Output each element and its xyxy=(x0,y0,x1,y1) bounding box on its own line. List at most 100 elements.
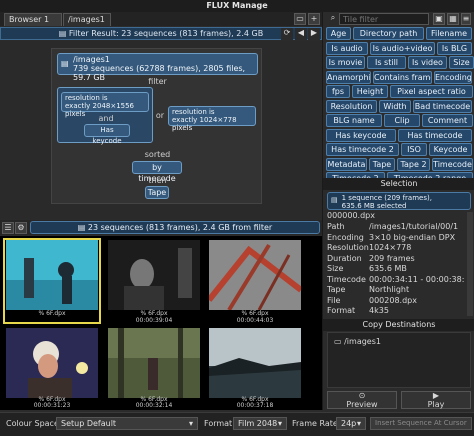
condition-resolution-1024[interactable]: resolution is exactly 1024×778 pixels xyxy=(168,106,256,132)
details-scrollbar[interactable] xyxy=(467,212,473,316)
filter-chip[interactable]: Is audio xyxy=(326,41,368,55)
tab-label: Browser 1 xyxy=(9,15,50,24)
forward-icon[interactable]: ▶ xyxy=(308,28,320,40)
thumbnail-timecode: 00:00:32:14 xyxy=(135,402,173,409)
sequence-icon: ▤ xyxy=(331,196,338,204)
detail-value: 000208.dpx xyxy=(369,295,417,305)
refresh-icon[interactable]: ⟳ xyxy=(281,28,293,40)
detail-row: Resolution1024×778 xyxy=(327,243,467,254)
filter-chip[interactable]: BLG name xyxy=(326,114,382,127)
insert-sequence-button[interactable]: Insert Sequence At Cursor xyxy=(370,417,472,430)
tab-browser-1[interactable]: Browser 1 ✕ xyxy=(4,13,62,36)
colour-space-value: Setup Default xyxy=(61,419,117,428)
filter-chip[interactable]: Width xyxy=(379,99,411,113)
filter-chip[interactable]: ISO xyxy=(401,143,427,156)
thumbnail-filename: % 6F.dpx xyxy=(241,310,269,317)
view-mode-icon[interactable]: ▣ xyxy=(433,13,445,25)
detail-value: Northlight xyxy=(369,285,410,294)
filter-chip[interactable]: Has keycode xyxy=(326,128,396,142)
selection-line: 1 sequence (209 frames), xyxy=(341,194,432,202)
filter-chip[interactable]: Metadata xyxy=(326,157,367,171)
copy-destinations-list[interactable]: ▭ /images1 xyxy=(327,332,471,388)
chevron-down-icon: ▾ xyxy=(277,419,282,428)
and-group[interactable]: resolution is exactly 2048×1556 pixels a… xyxy=(57,87,153,145)
detail-row: Path/images1/tutorial/00/1 xyxy=(327,222,467,233)
thumbnail-image[interactable] xyxy=(6,328,98,398)
frame-rate-select[interactable]: 24p ▾ xyxy=(336,417,366,430)
detail-row: Duration 209 frames xyxy=(327,254,467,265)
chevron-down-icon: ▾ xyxy=(188,419,193,428)
condition-resolution-2048[interactable]: resolution is exactly 2048×1556 pixels xyxy=(61,92,149,118)
filter-chip[interactable]: Tape 2 xyxy=(397,157,430,171)
filter-chip[interactable]: Tape xyxy=(369,157,395,171)
filter-chip[interactable]: Is audio+video xyxy=(370,41,435,55)
detail-value: 3×10 big-endian DPX xyxy=(369,232,456,242)
filter-chip-grid: Age Directory path Filename Is audio Is audi… xyxy=(326,27,474,187)
selection-line: 635.6 MB selected xyxy=(341,202,407,210)
settings-icon[interactable]: ⚙ xyxy=(15,222,27,234)
detail-value: 1024×778 xyxy=(369,243,412,252)
thumbnail-filename: % 6F.dpx xyxy=(140,310,168,317)
details-list: Path/images1/tutorial/00/1 Encoding 3×10 b… xyxy=(327,222,467,317)
thumbnail-image[interactable] xyxy=(209,240,301,310)
sequence-icon: ▤ xyxy=(77,223,88,232)
preview-button[interactable]: ⊙ Preview xyxy=(327,391,397,409)
filter-chip[interactable]: Has timecode xyxy=(398,128,472,142)
detail-value: 209 frames xyxy=(369,253,415,263)
thumbnail-image[interactable] xyxy=(108,240,200,310)
thumbnail-image[interactable] xyxy=(108,328,200,398)
filter-chip[interactable]: Filename xyxy=(426,27,472,40)
selection-header: Selection xyxy=(323,178,474,190)
filter-chip[interactable]: Clip xyxy=(384,114,420,127)
condition-line: resolution is xyxy=(172,108,215,116)
results-summary-text: 23 sequences (813 frames), 2.4 GB from f… xyxy=(87,223,273,232)
add-tab-icon[interactable]: + xyxy=(308,13,320,25)
filter-chip[interactable]: Is still xyxy=(367,56,406,69)
filter-chip[interactable]: fps xyxy=(326,85,350,98)
filter-chip[interactable]: Is movie xyxy=(326,56,365,69)
play-button[interactable]: ▶ Play xyxy=(401,391,471,409)
frame-rate-label: Frame Rate: xyxy=(292,419,341,428)
thumbnail-timecode: 00:00:31:23 xyxy=(33,402,71,409)
play-icon: ▶ xyxy=(432,391,440,400)
tab-images1[interactable]: /images1 ✕ xyxy=(63,13,111,36)
filter-chip[interactable]: Age xyxy=(326,27,351,40)
colour-space-select[interactable]: Setup Default ▾ xyxy=(56,417,198,430)
root-node[interactable]: ▤ /images1 739 sequences (62788 frames),… xyxy=(57,53,258,82)
tile-filter-input[interactable] xyxy=(339,13,429,25)
filter-chip[interactable]: Anamorphic xyxy=(326,70,371,84)
detail-row: Encoding 3×10 big-endian DPX xyxy=(327,233,467,244)
sort-by-timecode[interactable]: by timecode xyxy=(132,161,182,183)
sort-by-tape[interactable]: Tape xyxy=(145,186,169,199)
filter-chip[interactable]: Timecode xyxy=(432,157,473,171)
format-select[interactable]: Film 2048 ▾ xyxy=(233,417,287,430)
detail-row: Tape Northlight xyxy=(327,285,467,296)
filter-chip[interactable]: Bad timecode xyxy=(413,99,472,113)
menu-icon[interactable]: ≡ xyxy=(461,13,471,25)
filter-chip[interactable]: Encoding xyxy=(434,70,472,84)
filter-chip[interactable]: Is BLG xyxy=(437,41,472,55)
filter-chip[interactable]: Comment xyxy=(422,114,473,127)
root-title: /images1 xyxy=(73,55,110,64)
back-icon[interactable]: ◀ xyxy=(295,28,307,40)
thumbnail-image[interactable] xyxy=(6,240,98,310)
filter-chip[interactable]: Has timecode 2 xyxy=(326,143,399,156)
has-keycode-node[interactable]: Has keycode xyxy=(84,124,130,145)
filter-chip[interactable]: Resolution xyxy=(326,99,377,113)
thumbnail-image[interactable] xyxy=(209,328,301,398)
copy-destination-item[interactable]: ▭ /images1 xyxy=(334,337,470,346)
filter-chip[interactable]: Directory path xyxy=(353,27,424,40)
filter-chip[interactable]: Keycode xyxy=(429,143,472,156)
filter-chip[interactable]: Is video xyxy=(408,56,447,69)
detail-key: Format xyxy=(327,306,356,315)
right-panel: ⌕ ▣ ▦ ≡ AgeDirectory pathFilenameIs audi… xyxy=(322,12,474,410)
filter-chip[interactable]: Contains frame xyxy=(373,70,432,84)
grid-view-icon[interactable]: ▦ xyxy=(447,13,459,25)
list-view-icon[interactable]: ☰ xyxy=(2,222,14,234)
copy-destination-label: /images1 xyxy=(344,337,381,346)
filter-result-text: Filter Result: 23 sequences (813 frames)… xyxy=(68,29,264,38)
filter-chip[interactable]: Pixel aspect ratio xyxy=(390,85,473,98)
folder-icon[interactable]: ▭ xyxy=(294,13,306,25)
filter-chip[interactable]: Size xyxy=(449,56,474,69)
filter-chip[interactable]: Height xyxy=(352,85,388,98)
